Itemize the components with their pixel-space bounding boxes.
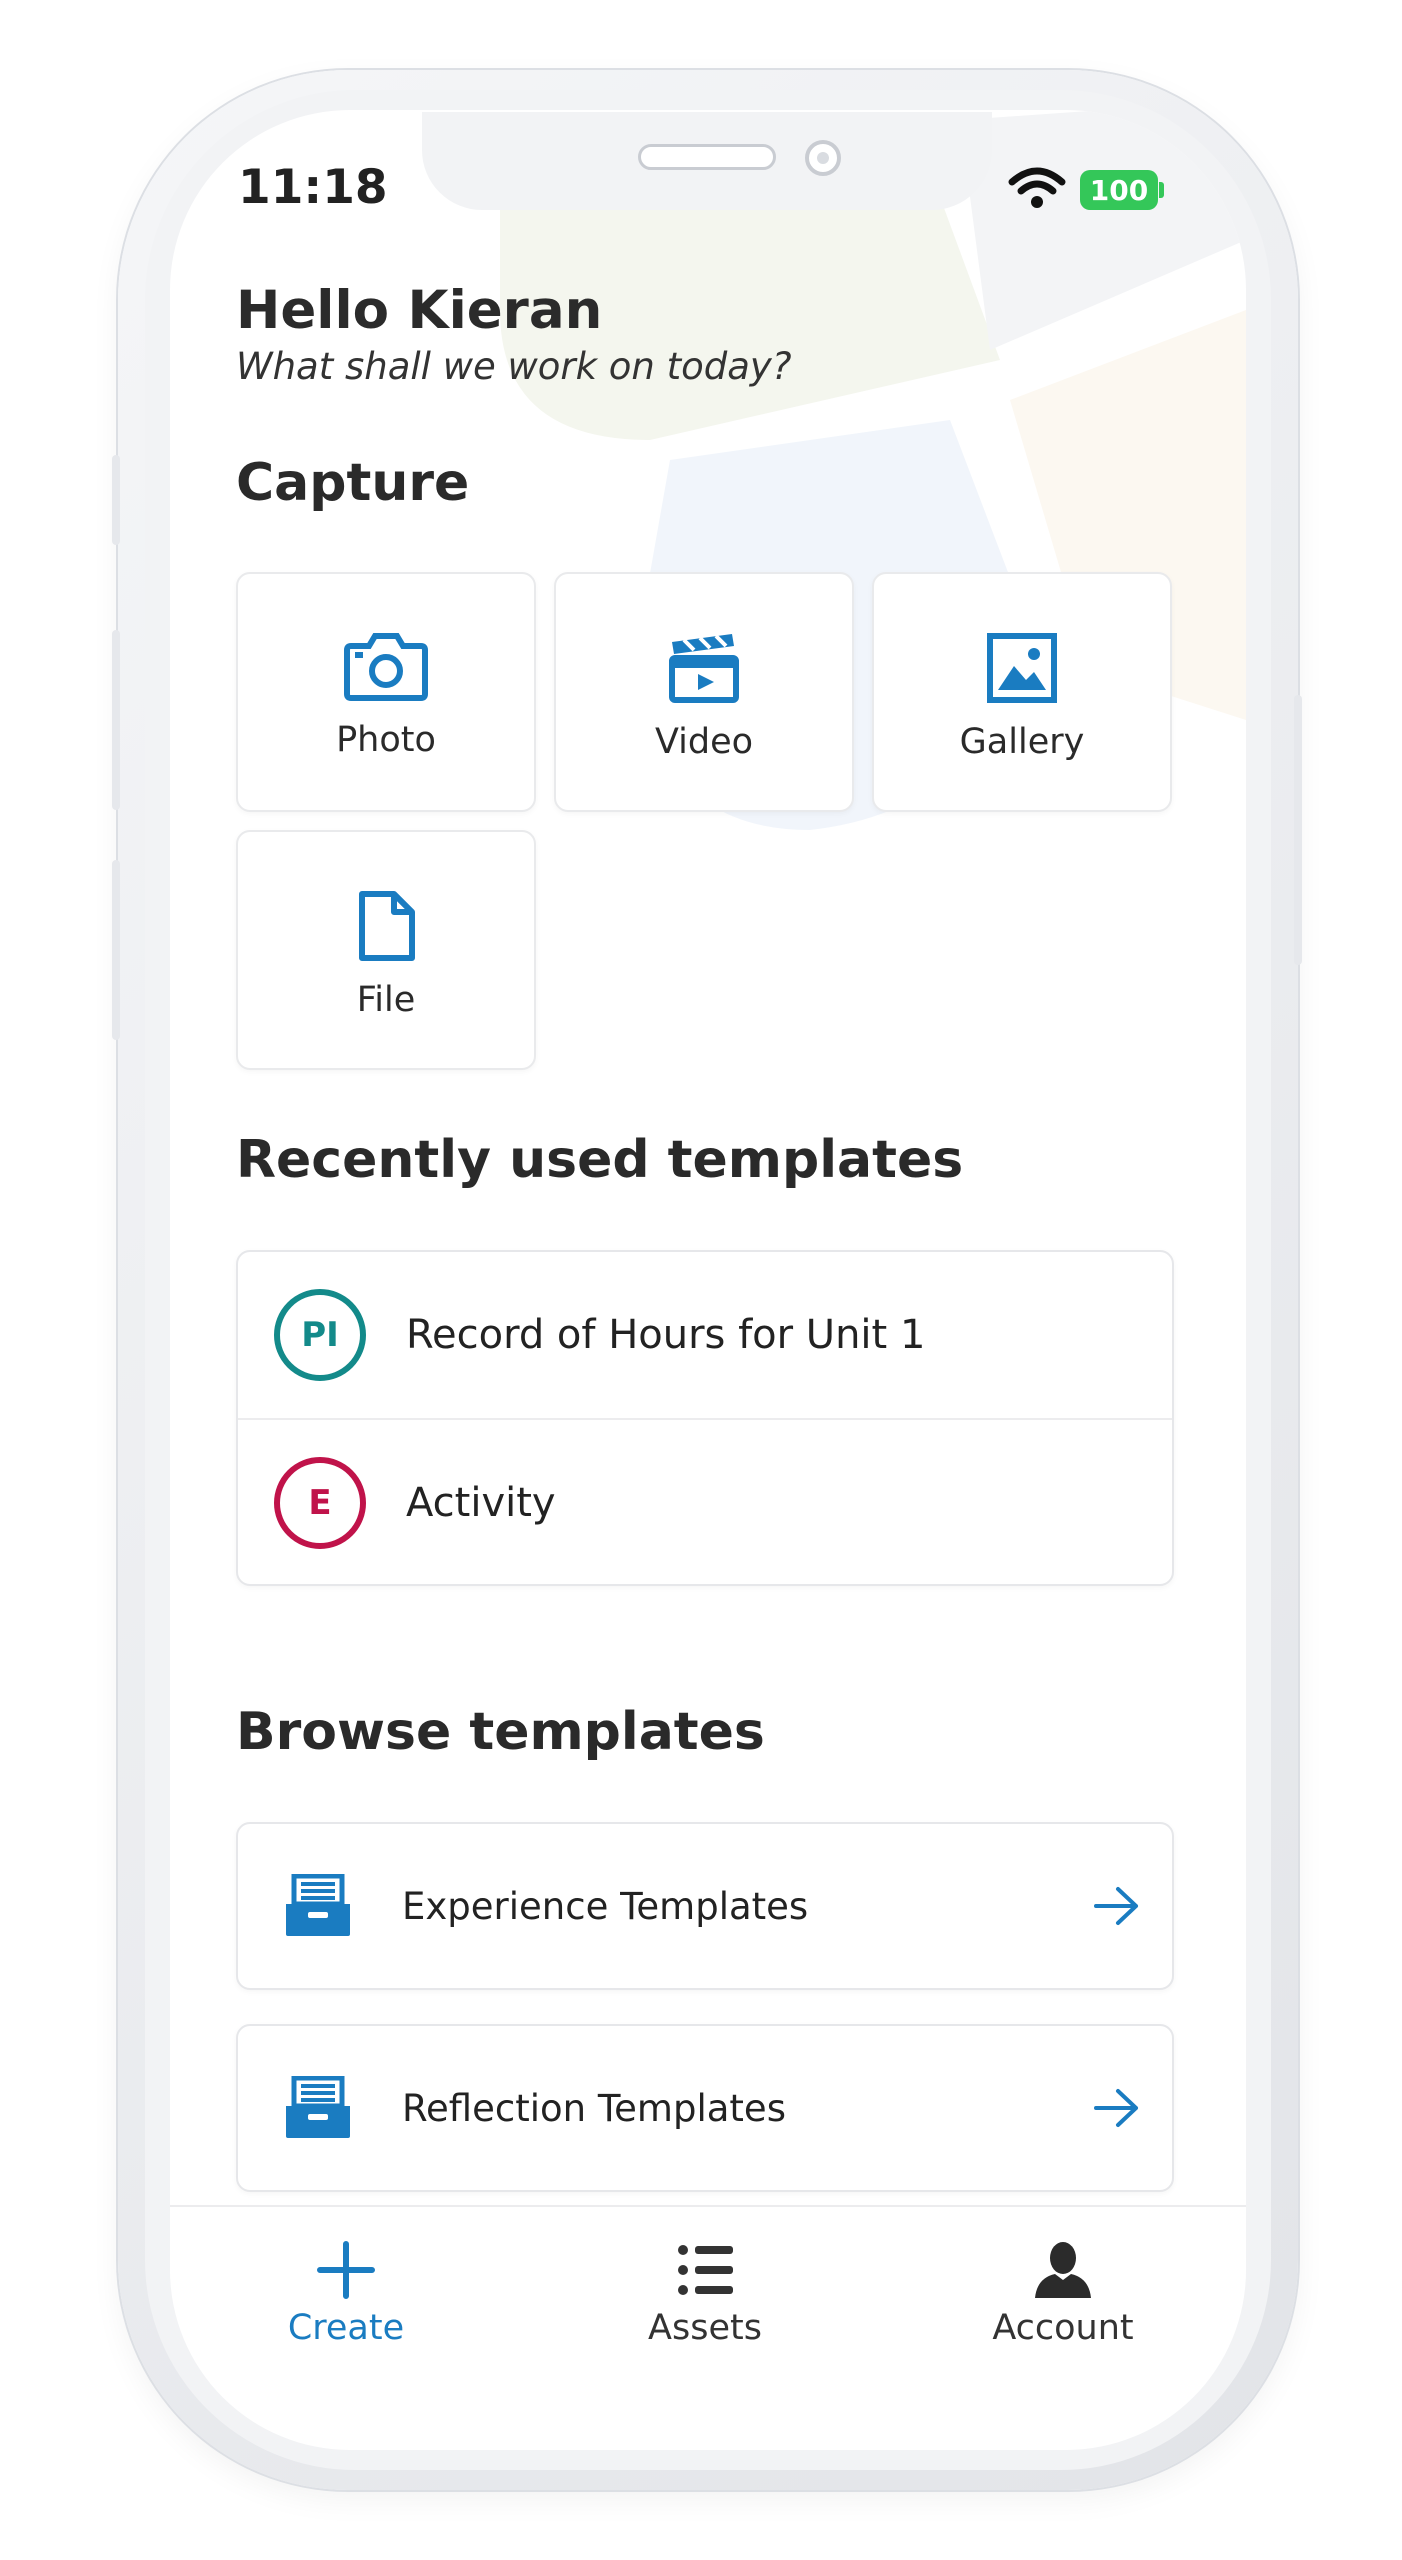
- volume-down-button: [112, 860, 120, 1040]
- speaker-grille: [638, 144, 776, 170]
- tile-label: Gallery: [959, 722, 1085, 762]
- recent-template-row[interactable]: PI Record of Hours for Unit 1: [238, 1252, 1172, 1418]
- volume-up-button: [112, 630, 120, 810]
- template-name: Activity: [406, 1480, 556, 1526]
- recent-template-row[interactable]: E Activity: [238, 1420, 1172, 1586]
- arrow-right-icon: [1094, 2089, 1138, 2127]
- tab-assets[interactable]: Assets: [595, 2240, 815, 2348]
- front-camera: [805, 140, 841, 176]
- template-badge-pi: PI: [274, 1289, 366, 1381]
- archive-box-icon: [286, 1874, 350, 1936]
- browse-templates-title: Browse templates: [236, 1702, 765, 1762]
- mute-switch: [112, 455, 120, 545]
- capture-photo-tile[interactable]: Photo: [236, 572, 536, 812]
- template-name: Record of Hours for Unit 1: [406, 1312, 926, 1358]
- power-button: [1294, 695, 1302, 965]
- battery-tip: [1159, 182, 1164, 198]
- browse-item-label: Reflection Templates: [402, 2086, 786, 2130]
- tab-label: Assets: [648, 2308, 762, 2348]
- recent-templates-title: Recently used templates: [236, 1130, 964, 1190]
- browse-item-label: Experience Templates: [402, 1884, 809, 1928]
- tab-label: Account: [992, 2308, 1134, 2348]
- clapperboard-icon: [669, 634, 739, 703]
- tab-label: Create: [287, 2308, 405, 2348]
- recent-templates-list: PI Record of Hours for Unit 1 E Activity: [236, 1250, 1174, 1586]
- battery-indicator: 100: [1080, 170, 1158, 210]
- battery-level: 100: [1089, 173, 1149, 207]
- tab-bar-divider: [170, 2205, 1246, 2207]
- list-icon: [678, 2245, 733, 2295]
- arrow-right-icon: [1094, 1887, 1138, 1925]
- archive-box-icon: [286, 2076, 350, 2138]
- browse-experience-templates[interactable]: Experience Templates: [236, 1822, 1174, 1990]
- image-icon: [987, 633, 1057, 703]
- tile-label: Photo: [336, 720, 436, 760]
- plus-icon: [317, 2241, 375, 2299]
- wifi-icon: [1008, 167, 1066, 208]
- tab-account[interactable]: Account: [953, 2240, 1173, 2348]
- capture-title: Capture: [236, 453, 470, 513]
- tab-create[interactable]: Create: [236, 2240, 456, 2348]
- camera-icon: [344, 633, 428, 701]
- greeting-title: Hello Kieran: [236, 280, 603, 341]
- template-badge-e: E: [274, 1457, 366, 1549]
- tile-label: File: [356, 980, 416, 1020]
- user-icon: [1035, 2242, 1091, 2298]
- capture-gallery-tile[interactable]: Gallery: [872, 572, 1172, 812]
- greeting-subtitle: What shall we work on today?: [236, 345, 792, 388]
- browse-reflection-templates[interactable]: Reflection Templates: [236, 2024, 1174, 2192]
- tile-label: Video: [654, 722, 754, 762]
- file-icon: [359, 891, 415, 961]
- status-time: 11:18: [238, 160, 388, 215]
- capture-file-tile[interactable]: File: [236, 830, 536, 1070]
- capture-video-tile[interactable]: Video: [554, 572, 854, 812]
